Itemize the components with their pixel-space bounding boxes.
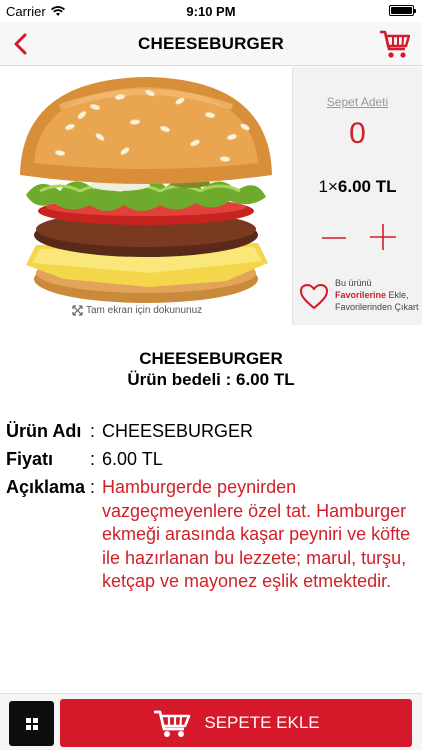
unit-price: 6.00 TL: [337, 177, 397, 196]
heart-icon: [299, 283, 329, 310]
plus-icon: [370, 224, 396, 250]
info-row-name: Ürün Adı : CHEESEBURGER: [6, 420, 416, 443]
info-key: Açıklama: [6, 477, 86, 497]
multiply-sign: ×: [327, 177, 338, 196]
product-name-heading: CHEESEBURGER: [139, 349, 283, 368]
shopping-cart-icon: [380, 30, 411, 58]
unit-count: 1: [318, 177, 328, 196]
minus-icon: [322, 237, 346, 239]
info-row-description: Açıklama : Hamburgerde peynirden vazgeçm…: [6, 476, 416, 594]
add-to-favorites-suffix: Ekle,: [386, 290, 409, 300]
quantity-value: 0: [349, 117, 366, 150]
product-price-heading: Ürün bedeli : 6.00 TL: [127, 370, 295, 389]
info-key: Fiyatı: [6, 449, 54, 469]
remove-from-favorites-link[interactable]: Favorilerinden Çıkart: [335, 301, 419, 313]
menu-button[interactable]: [9, 701, 54, 746]
expand-icon: [72, 305, 83, 316]
clock: 9:10 PM: [186, 4, 236, 19]
increase-quantity-button[interactable]: [369, 223, 397, 251]
shopping-cart-icon: [154, 710, 191, 737]
unit-price-line: 1×6.00 TL: [293, 177, 422, 197]
decrease-quantity-button[interactable]: [321, 225, 347, 251]
product-area: Tam ekran için dokununuz Sepet Adeti 0 1…: [0, 67, 422, 325]
navigation-bar: CHEESEBURGER: [0, 22, 422, 66]
fullscreen-hint-label: Tam ekran için dokununuz: [86, 305, 203, 316]
page-title: CHEESEBURGER: [138, 34, 284, 53]
status-bar: Carrier 9:10 PM: [0, 0, 422, 22]
burger-image: [20, 77, 272, 303]
info-colon: :: [90, 449, 96, 469]
favorites-line1: Bu ürünü: [335, 278, 372, 288]
fullscreen-hint[interactable]: Tam ekran için dokununuz: [72, 305, 202, 316]
add-to-cart-button[interactable]: SEPETE EKLE: [60, 699, 412, 747]
favorites-toggle[interactable]: Bu ürünü Favorilerine Ekle, Favorilerind…: [299, 277, 422, 317]
product-info-table: Ürün Adı : CHEESEBURGER Fiyatı : 6.00 TL…: [6, 420, 416, 599]
quantity-label: Sepet Adeti: [326, 95, 389, 109]
product-heading: CHEESEBURGER Ürün bedeli : 6.00 TL: [0, 348, 422, 390]
bottom-bar: SEPETE EKLE: [0, 693, 422, 750]
cart-panel: Sepet Adeti 0 1×6.00 TL Bu ürünü Favoril…: [292, 67, 422, 325]
favorites-text: Bu ürünü Favorilerine Ekle, Favorilerind…: [335, 277, 419, 313]
add-to-cart-label: SEPETE EKLE: [204, 713, 320, 732]
info-colon: :: [90, 477, 96, 497]
battery-icon: [389, 5, 416, 16]
grid-icon: [25, 717, 38, 730]
info-value: CHEESEBURGER: [102, 421, 254, 441]
info-colon: :: [90, 421, 96, 441]
product-description: Hamburgerde peynirden vazgeçmeyenlere öz…: [102, 477, 411, 591]
add-to-favorites-link[interactable]: Favorilerine: [335, 290, 386, 300]
info-row-price: Fiyatı : 6.00 TL: [6, 448, 416, 471]
cart-button[interactable]: [378, 28, 412, 60]
info-value: 6.00 TL: [102, 449, 163, 469]
info-key: Ürün Adı: [6, 421, 82, 441]
product-image[interactable]: Tam ekran için dokununuz: [0, 67, 292, 325]
